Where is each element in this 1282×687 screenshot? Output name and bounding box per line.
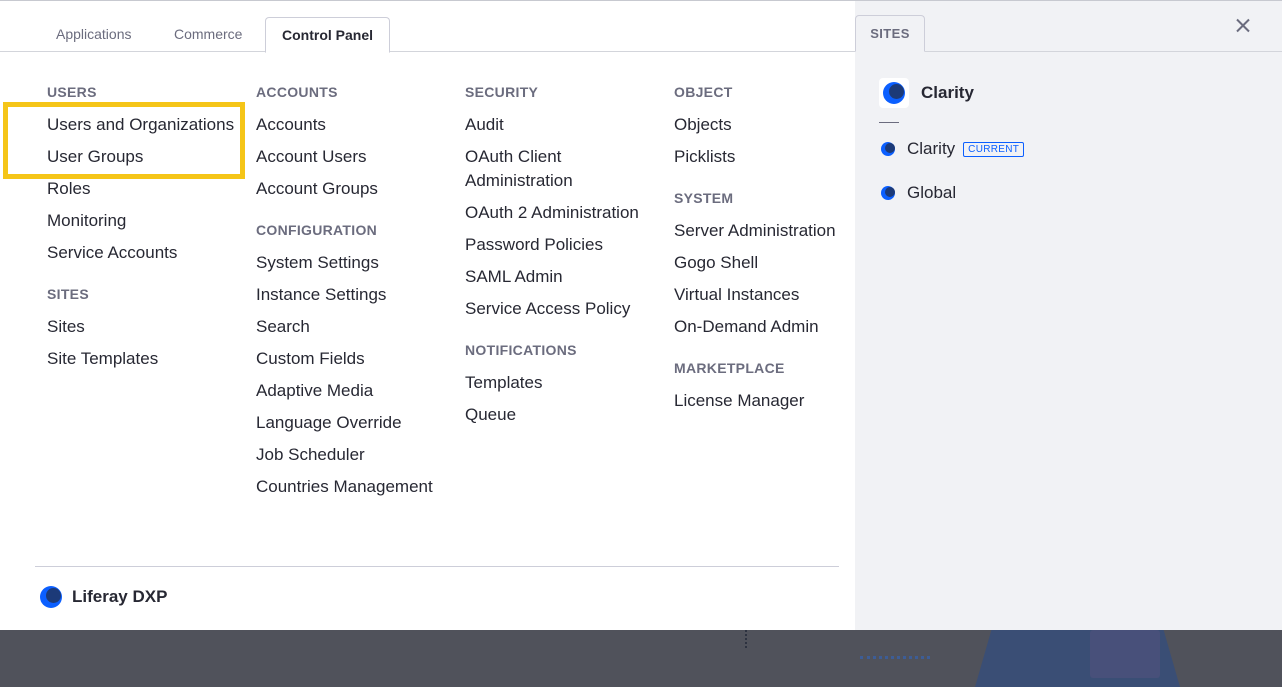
current-site-header: Clarity [879, 78, 974, 108]
menu-column-1: USERS Users and Organizations User Groups R… [47, 81, 247, 389]
menu-item-service-access-policy[interactable]: Service Access Policy [465, 293, 665, 325]
clarity-logo-icon [883, 82, 905, 104]
sites-panel: SITES Clarity Clarity CURRENT Global [855, 0, 1282, 630]
section-title: SITES [47, 286, 89, 302]
menu-section-marketplace: MARKETPLACE License Manager [674, 357, 849, 417]
section-title: MARKETPLACE [674, 360, 785, 376]
menu-item-server-administration[interactable]: Server Administration [674, 215, 849, 247]
section-title: CONFIGURATION [256, 222, 378, 238]
product-menu: Applications Commerce Control Panel USER… [0, 0, 855, 630]
background-illustration-panel [1090, 630, 1160, 678]
menu-item-user-groups[interactable]: User Groups [47, 141, 247, 173]
menu-item-users-and-organizations[interactable]: Users and Organizations [47, 109, 247, 141]
menu-column-4: OBJECT Objects Picklists SYSTEM Server Admin… [674, 81, 849, 431]
site-logo-icon [881, 142, 895, 156]
menu-item-service-accounts[interactable]: Service Accounts [47, 237, 247, 269]
brand-label: Liferay DXP [72, 587, 168, 606]
current-site-name: Clarity [921, 83, 974, 102]
menu-item-language-override[interactable]: Language Override [256, 407, 456, 439]
menu-section-configuration: CONFIGURATION System Settings Instance Set… [256, 219, 456, 503]
menu-item-site-templates[interactable]: Site Templates [47, 343, 247, 375]
menu-item-job-scheduler[interactable]: Job Scheduler [256, 439, 456, 471]
menu-section-object: OBJECT Objects Picklists [674, 81, 849, 173]
menu-item-sites[interactable]: Sites [47, 311, 247, 343]
menu-item-templates[interactable]: Templates [465, 367, 665, 399]
menu-section-system: SYSTEM Server Administration Gogo Shell Vir… [674, 187, 849, 343]
close-icon[interactable] [1232, 15, 1254, 37]
menu-section-sites: SITES Sites Site Templates [47, 283, 247, 375]
menu-item-on-demand-admin[interactable]: On-Demand Admin [674, 311, 849, 343]
section-title: ACCOUNTS [256, 84, 338, 100]
sites-tabbar: SITES [855, 1, 1282, 52]
menu-item-system-settings[interactable]: System Settings [256, 247, 456, 279]
background-dotted-line [860, 656, 930, 660]
menu-item-countries-management[interactable]: Countries Management [256, 471, 456, 503]
section-title: USERS [47, 84, 97, 100]
tab-commerce[interactable]: Commerce [158, 17, 258, 52]
menu-item-audit[interactable]: Audit [465, 109, 665, 141]
menu-item-adaptive-media[interactable]: Adaptive Media [256, 375, 456, 407]
menu-column-2: ACCOUNTS Accounts Account Users Account Gro… [256, 81, 456, 517]
menu-item-objects[interactable]: Objects [674, 109, 849, 141]
site-logo-box [879, 78, 909, 108]
tab-control-panel[interactable]: Control Panel [265, 17, 391, 53]
menu-section-security: SECURITY Audit OAuth Client Administration… [465, 81, 665, 325]
menu-item-oauth-client-administration[interactable]: OAuth Client Administration [465, 141, 665, 197]
menu-item-virtual-instances[interactable]: Virtual Instances [674, 279, 849, 311]
site-item-clarity[interactable]: Clarity CURRENT [881, 139, 1025, 159]
menu-item-account-groups[interactable]: Account Groups [256, 173, 456, 205]
section-title: SECURITY [465, 84, 539, 100]
menu-item-search[interactable]: Search [256, 311, 456, 343]
current-badge: CURRENT [963, 141, 1025, 157]
site-logo-icon [881, 186, 895, 200]
footer-divider [35, 566, 839, 567]
menu-item-gogo-shell[interactable]: Gogo Shell [674, 247, 849, 279]
tab-sites[interactable]: SITES [855, 15, 925, 52]
menu-item-account-users[interactable]: Account Users [256, 141, 456, 173]
background-page [0, 630, 1282, 687]
background-dotted-mark [745, 630, 749, 648]
menu-item-custom-fields[interactable]: Custom Fields [256, 343, 456, 375]
site-item-label: Clarity [907, 139, 956, 158]
liferay-logo-icon [40, 586, 62, 608]
menu-item-roles[interactable]: Roles [47, 173, 247, 205]
footer-brand: Liferay DXP [40, 586, 167, 608]
section-title: NOTIFICATIONS [465, 342, 577, 358]
menu-tabs: Applications Commerce Control Panel [0, 1, 855, 53]
menu-column-3: SECURITY Audit OAuth Client Administration… [465, 81, 665, 445]
menu-item-password-policies[interactable]: Password Policies [465, 229, 665, 261]
menu-section-users: USERS Users and Organizations User Groups R… [47, 81, 247, 269]
tab-applications[interactable]: Applications [40, 17, 148, 52]
site-item-global[interactable]: Global [881, 183, 956, 203]
menu-item-accounts[interactable]: Accounts [256, 109, 456, 141]
site-item-label: Global [907, 183, 957, 202]
section-title: SYSTEM [674, 190, 734, 206]
menu-item-oauth-2-administration[interactable]: OAuth 2 Administration [465, 197, 665, 229]
menu-item-queue[interactable]: Queue [465, 399, 665, 431]
site-separator [879, 122, 899, 123]
menu-item-instance-settings[interactable]: Instance Settings [256, 279, 456, 311]
section-title: OBJECT [674, 84, 733, 100]
menu-item-monitoring[interactable]: Monitoring [47, 205, 247, 237]
menu-item-license-manager[interactable]: License Manager [674, 385, 849, 417]
menu-section-notifications: NOTIFICATIONS Templates Queue [465, 339, 665, 431]
menu-item-picklists[interactable]: Picklists [674, 141, 849, 173]
menu-item-saml-admin[interactable]: SAML Admin [465, 261, 665, 293]
menu-section-accounts: ACCOUNTS Accounts Account Users Account Gro… [256, 81, 456, 205]
